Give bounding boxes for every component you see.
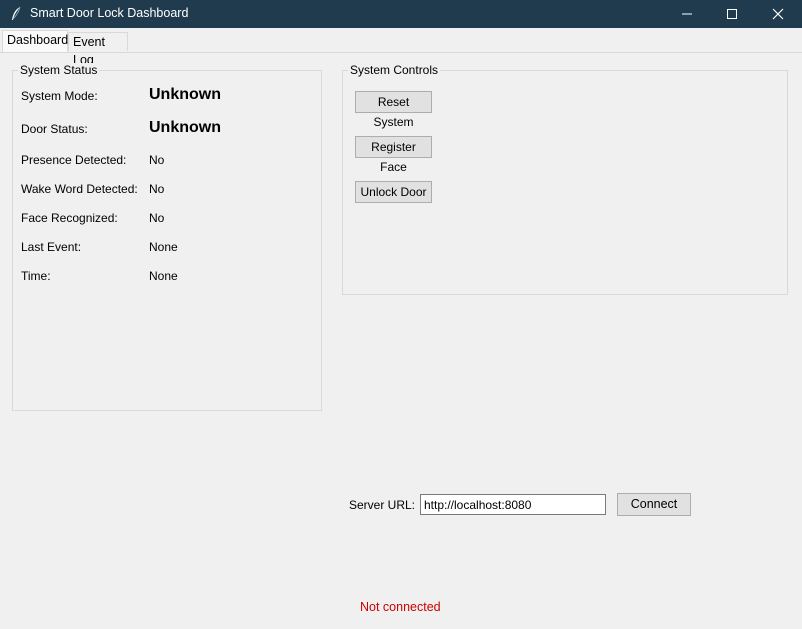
- tab-bar: Dashboard Event Log: [0, 28, 802, 67]
- close-icon: [772, 8, 784, 20]
- maximize-button[interactable]: [709, 0, 755, 28]
- connection-status: Not connected: [360, 600, 441, 614]
- system-mode-value: Unknown: [149, 86, 221, 103]
- connect-button[interactable]: Connect: [617, 493, 691, 516]
- minimize-icon: [682, 13, 692, 15]
- last-event-label: Last Event:: [21, 240, 82, 254]
- minimize-button[interactable]: [664, 0, 710, 28]
- door-status-label: Door Status:: [21, 122, 88, 136]
- close-button[interactable]: [755, 0, 801, 28]
- server-url-label: Server URL:: [349, 498, 416, 512]
- maximize-icon: [727, 9, 737, 19]
- reset-system-button[interactable]: Reset System: [355, 91, 432, 129]
- server-url-input[interactable]: [420, 494, 606, 515]
- presence-detected-label: Presence Detected:: [21, 153, 127, 167]
- register-face-button[interactable]: Register Face: [355, 136, 432, 174]
- system-status-heading: System Status: [18, 63, 100, 77]
- last-event-value: None: [149, 240, 178, 254]
- door-status-value: Unknown: [149, 119, 221, 136]
- tab-event-log[interactable]: Event Log: [68, 32, 128, 67]
- face-recognized-value: No: [149, 211, 165, 225]
- window-title: Smart Door Lock Dashboard: [30, 6, 189, 20]
- time-label: Time:: [21, 269, 51, 283]
- tab-dashboard[interactable]: Dashboard: [2, 30, 68, 52]
- feather-icon: [12, 6, 21, 20]
- system-controls-heading: System Controls: [348, 63, 441, 77]
- face-recognized-label: Face Recognized:: [21, 211, 118, 225]
- wake-word-detected-label: Wake Word Detected:: [21, 182, 138, 196]
- presence-detected-value: No: [149, 153, 165, 167]
- unlock-door-button[interactable]: Unlock Door: [355, 181, 432, 203]
- time-value: None: [149, 269, 178, 283]
- title-bar: Smart Door Lock Dashboard: [0, 0, 802, 28]
- system-mode-label: System Mode:: [21, 89, 98, 103]
- wake-word-detected-value: No: [149, 182, 165, 196]
